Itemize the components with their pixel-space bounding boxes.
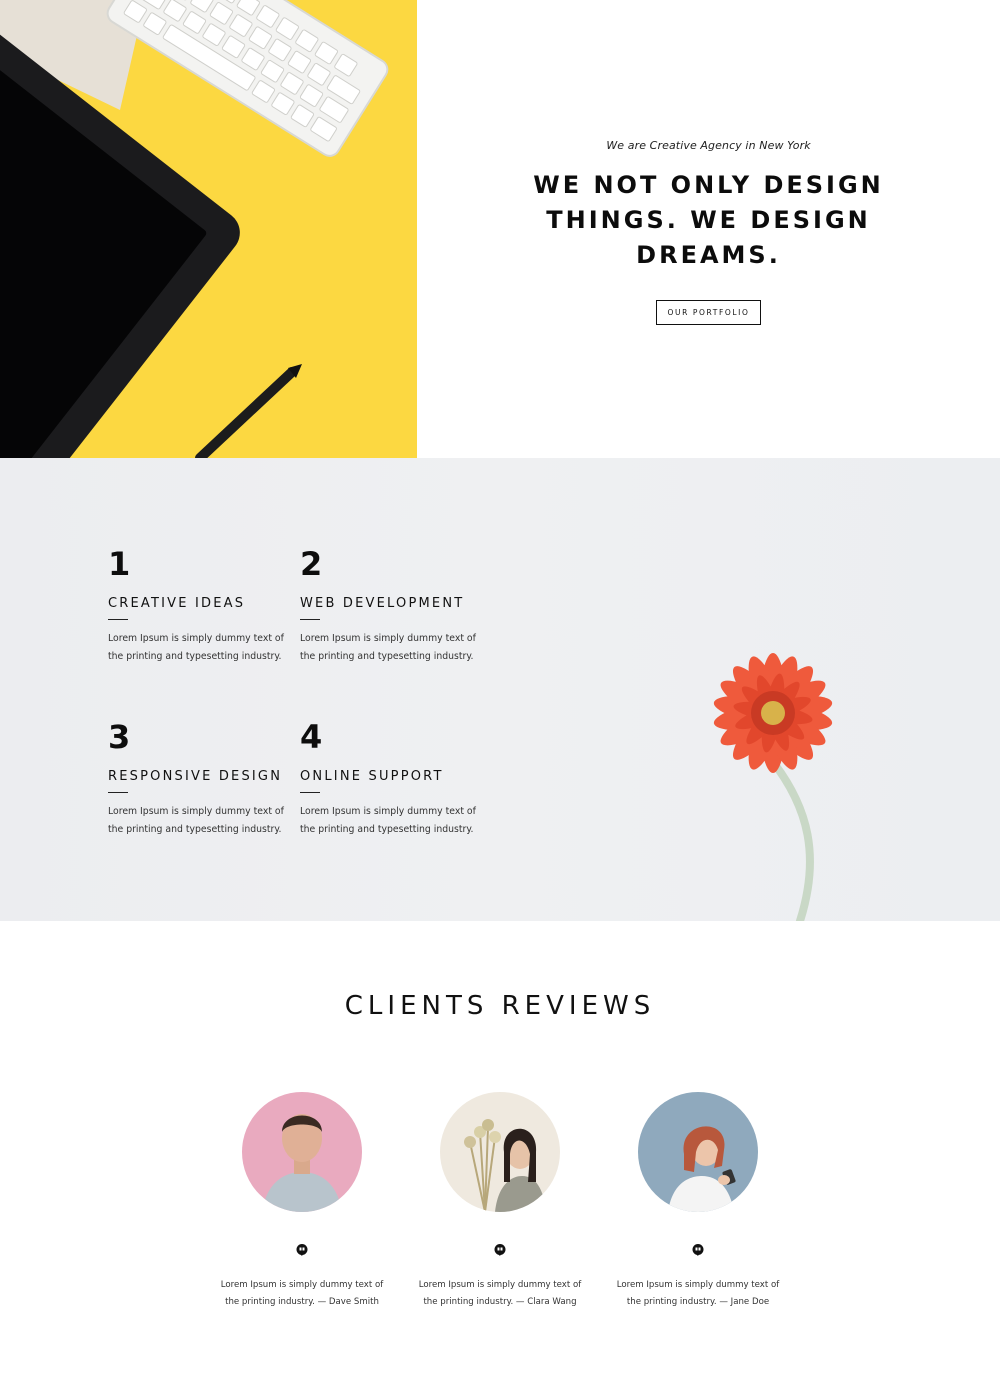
feature-description: Lorem Ipsum is simply dummy text of the …	[108, 806, 284, 835]
feature-number: 4	[300, 718, 323, 756]
review-text: Lorem Ipsum is simply dummy text of the …	[616, 1280, 780, 1307]
review-text: Lorem Ipsum is simply dummy text of the …	[220, 1280, 384, 1307]
feature-item: 4 ONLINE SUPPORT Lorem Ipsum is simply d…	[300, 719, 485, 839]
feature-item: 1 CREATIVE IDEAS Lorem Ipsum is simply d…	[108, 546, 293, 666]
feature-title: RESPONSIVE DESIGN	[108, 769, 283, 784]
feature-description: Lorem Ipsum is simply dummy text of the …	[300, 806, 476, 835]
feature-divider	[108, 619, 128, 620]
avatar	[638, 1092, 758, 1212]
feature-description: Lorem Ipsum is simply dummy text of the …	[108, 633, 284, 662]
quote-icon	[494, 1244, 506, 1256]
features-section: 1 CREATIVE IDEAS Lorem Ipsum is simply d…	[0, 458, 1000, 921]
review-card: Lorem Ipsum is simply dummy text of the …	[400, 1092, 600, 1311]
feature-item: 3 RESPONSIVE DESIGN Lorem Ipsum is simpl…	[108, 719, 293, 839]
quote-icon	[296, 1244, 308, 1256]
feature-item: 2 WEB DEVELOPMENT Lorem Ipsum is simply …	[300, 546, 485, 666]
feature-number: 1	[108, 545, 131, 583]
hero-text-panel: We are Creative Agency in New York WE NO…	[417, 0, 1000, 458]
our-portfolio-button[interactable]: OUR PORTFOLIO	[656, 300, 761, 325]
feature-title: ONLINE SUPPORT	[300, 769, 444, 784]
feature-number: 3	[108, 718, 131, 756]
avatar	[242, 1092, 362, 1212]
hero-tagline: We are Creative Agency in New York	[606, 139, 811, 152]
feature-description: Lorem Ipsum is simply dummy text of the …	[300, 633, 476, 662]
review-card: Lorem Ipsum is simply dummy text of the …	[202, 1092, 402, 1311]
avatar	[440, 1092, 560, 1212]
feature-number: 2	[300, 545, 323, 583]
reviews-section: CLIENTS REVIEWS Lorem Ipsum is simply du…	[0, 921, 1000, 1376]
hero-headline: WE NOT ONLY DESIGN THINGS. WE DESIGN DRE…	[533, 171, 884, 269]
feature-divider	[300, 619, 320, 620]
hero-image	[0, 0, 417, 458]
flower-image	[713, 653, 833, 921]
feature-title: WEB DEVELOPMENT	[300, 596, 465, 611]
quote-icon	[692, 1244, 704, 1256]
feature-title: CREATIVE IDEAS	[108, 596, 246, 611]
review-text: Lorem Ipsum is simply dummy text of the …	[418, 1280, 582, 1307]
reviews-title: CLIENTS REVIEWS	[344, 991, 656, 1021]
feature-divider	[108, 792, 128, 793]
feature-divider	[300, 792, 320, 793]
hero-section: We are Creative Agency in New York WE NO…	[0, 0, 1000, 458]
review-card: Lorem Ipsum is simply dummy text of the …	[598, 1092, 798, 1311]
